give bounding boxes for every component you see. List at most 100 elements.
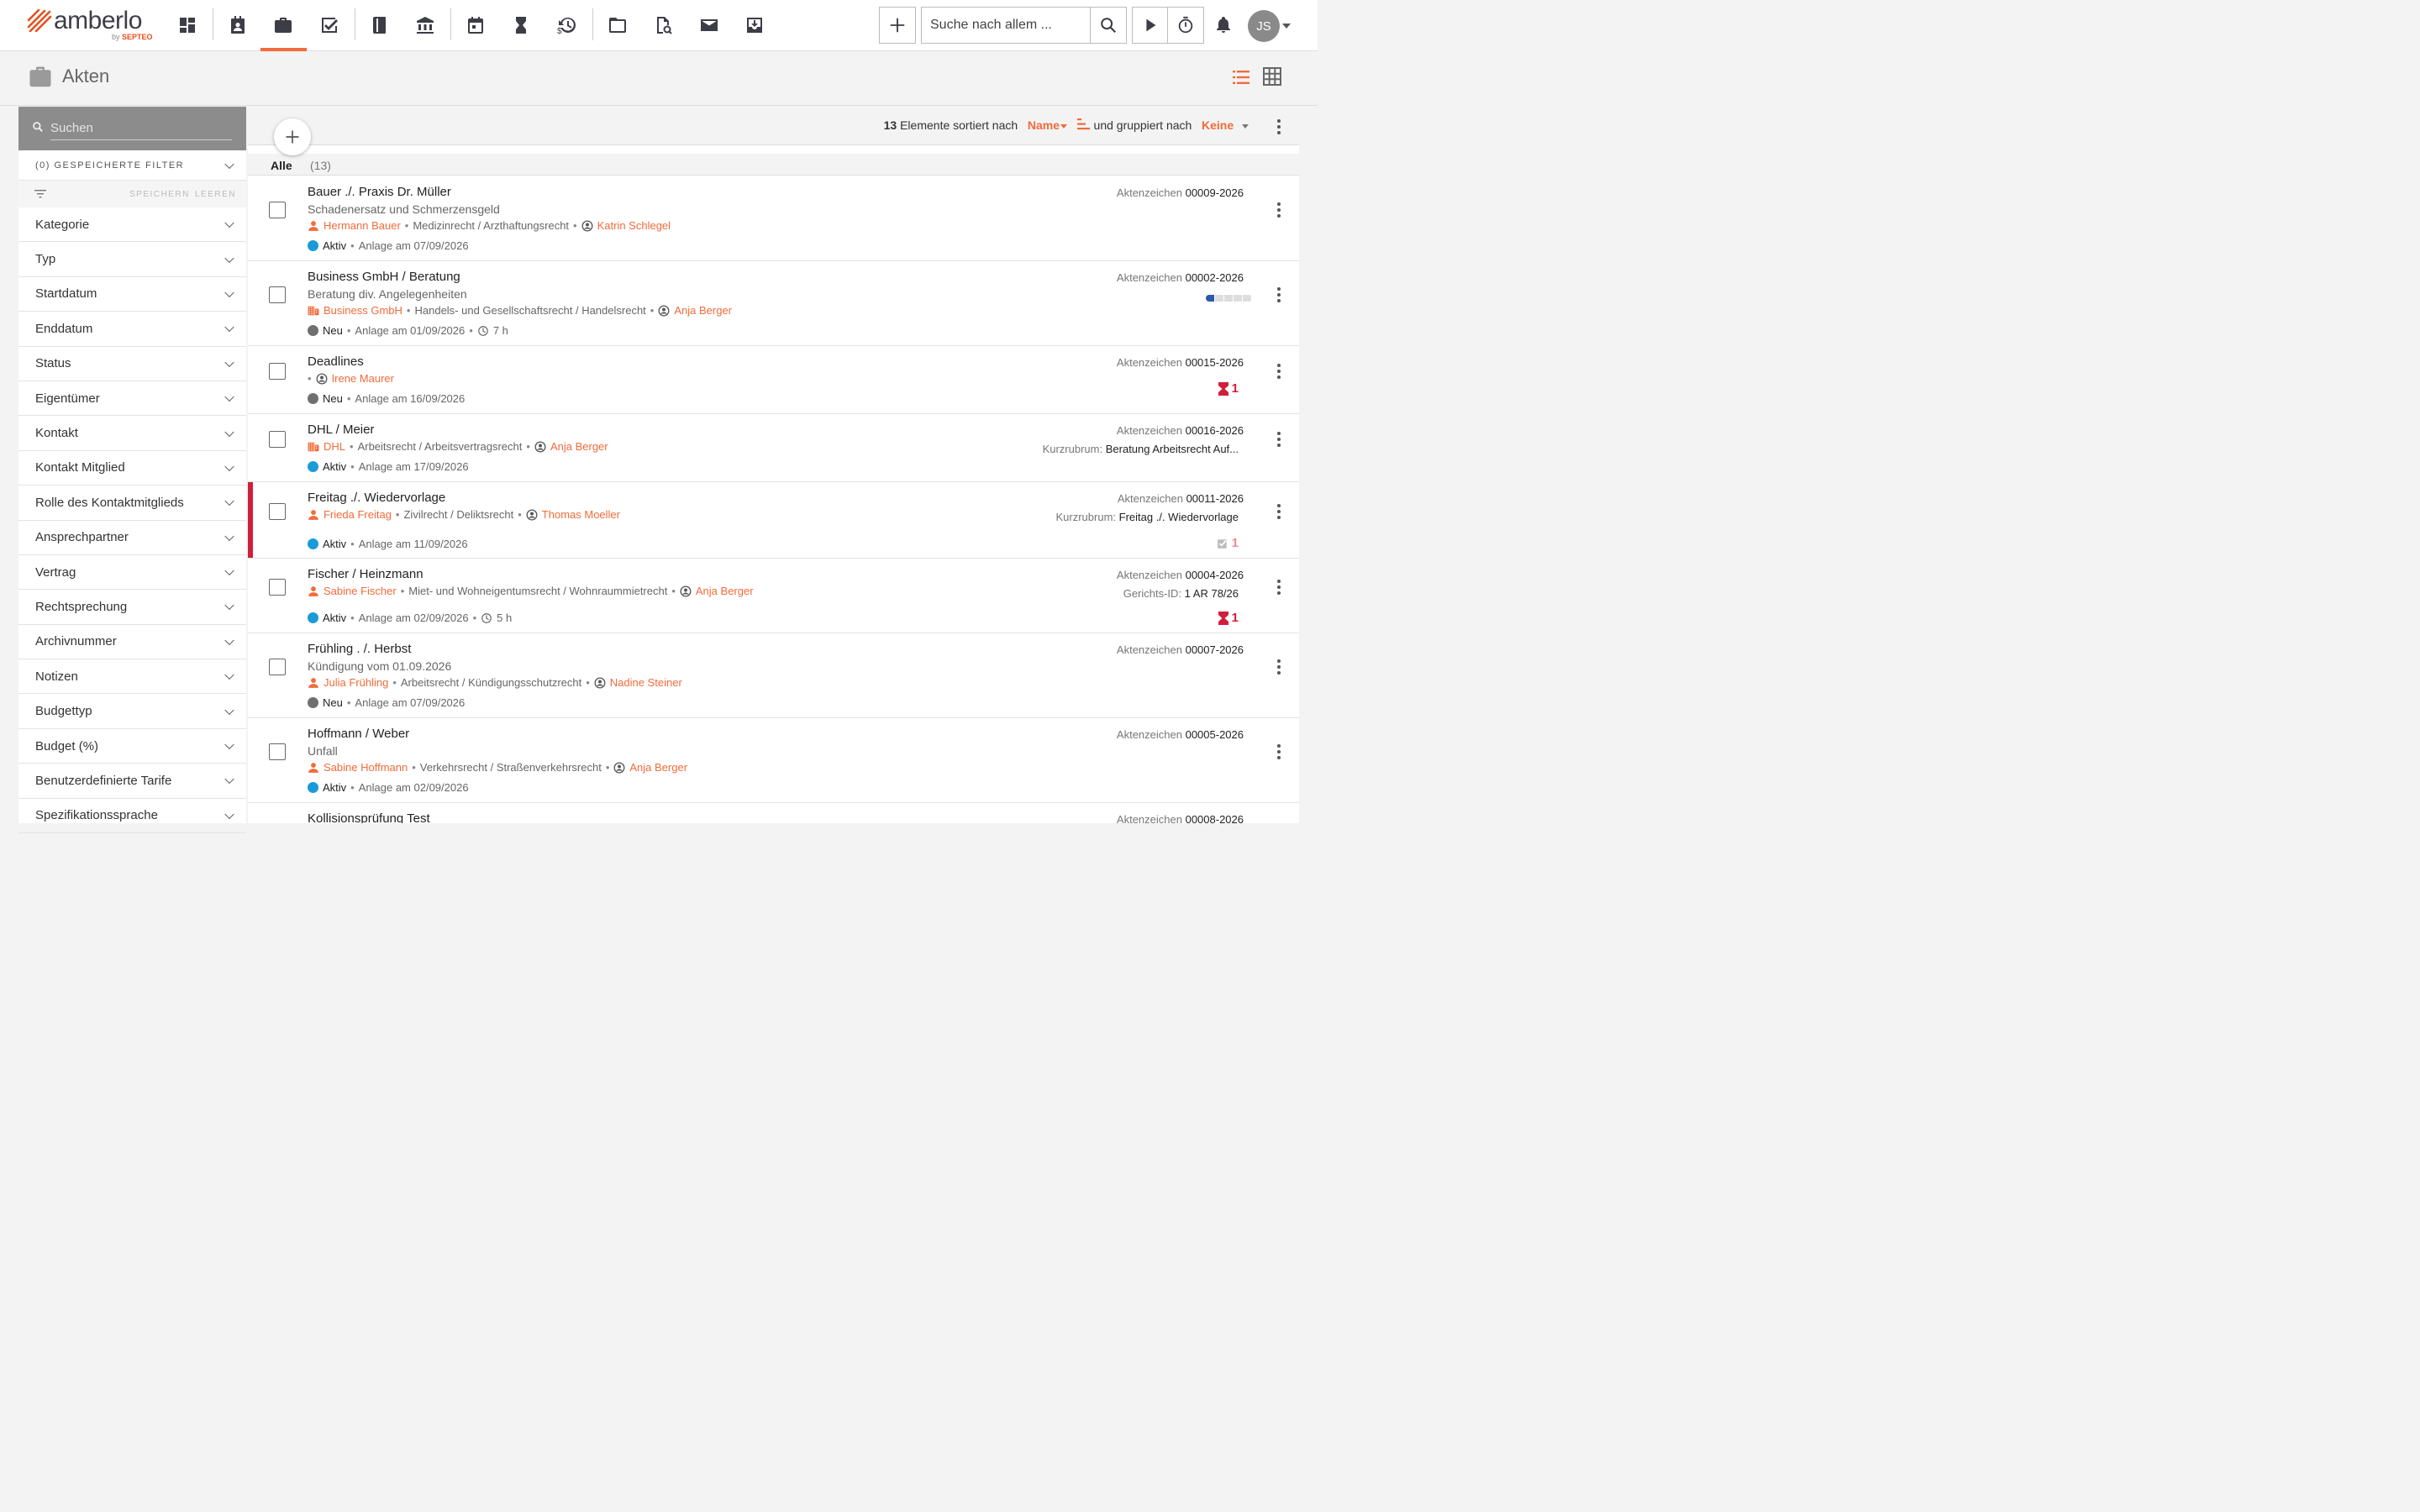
amberlo-logo[interactable]: amberlo by SEPTEO (27, 7, 170, 44)
matter-row[interactable]: Fischer / Heinzmann Sabine Fischer • Miet- … (248, 559, 1299, 633)
filter-item[interactable]: Status (18, 347, 246, 381)
row-options-menu[interactable] (1277, 744, 1281, 759)
document-search-icon[interactable] (650, 10, 676, 40)
matter-title[interactable]: Bauer ./. Praxis Dr. Müller (308, 185, 451, 199)
caret-down-icon[interactable] (1242, 123, 1249, 129)
stopwatch-button[interactable] (1167, 7, 1204, 44)
filter-item[interactable]: Archivnummer (18, 625, 246, 660)
add-button[interactable] (879, 7, 916, 44)
filter-item[interactable]: Budgettyp (18, 694, 246, 729)
contact-link[interactable]: Sabine Fischer (324, 585, 397, 597)
saved-filters-dropdown[interactable]: (0) GESPEICHERTE FILTER (18, 150, 246, 181)
filter-item[interactable]: Spezifikationssprache (18, 799, 246, 834)
hourglass-icon[interactable] (508, 10, 534, 40)
sort-field-dropdown[interactable]: Name (1028, 118, 1067, 132)
filter-item[interactable]: Typ (18, 242, 246, 277)
dashboard-icon[interactable] (174, 10, 201, 40)
tasks-badge[interactable]: 1 (1217, 536, 1239, 550)
contact-link[interactable]: Sabine Hoffmann (324, 761, 408, 774)
deadlines-badge[interactable]: 1 (1218, 611, 1239, 625)
filter-item[interactable]: Enddatum (18, 312, 246, 347)
row-options-menu[interactable] (1277, 659, 1281, 675)
matter-row[interactable]: Hoffmann / Weber Unfall Sabine Hoffmann • Ve… (248, 718, 1299, 803)
row-checkbox[interactable] (269, 503, 286, 520)
filter-search-field[interactable] (18, 107, 246, 150)
filter-item[interactable]: Rolle des Kontaktmitglieds (18, 486, 246, 521)
save-filter-button[interactable]: SPEICHERN (129, 190, 190, 199)
matter-title[interactable]: Kollisionsprüfung Test (308, 811, 430, 823)
row-checkbox[interactable] (269, 431, 286, 448)
matter-row[interactable]: Kollisionsprüfung Test Aktenzeichen 00008… (248, 803, 1299, 823)
global-search-field[interactable] (921, 7, 1091, 44)
owner-link[interactable]: Anja Berger (696, 585, 754, 597)
filter-item[interactable]: Budget (%) (18, 729, 246, 764)
matter-title[interactable]: Business GmbH / Beratung (308, 270, 460, 284)
clear-filter-button[interactable]: LEEREN (195, 190, 236, 199)
matter-row[interactable]: DHL / Meier DHL • Arbeitsrecht / Arbeitsver… (248, 414, 1299, 482)
owner-link[interactable]: Anja Berger (674, 304, 732, 317)
row-checkbox[interactable] (269, 363, 286, 380)
row-checkbox[interactable] (269, 659, 286, 675)
search-button[interactable] (1090, 7, 1127, 44)
calendar-icon[interactable] (462, 10, 489, 40)
matter-row[interactable]: Frühling . /. Herbst Kündigung vom 01.09.… (248, 633, 1299, 718)
filter-item[interactable]: Kontakt Mitglied (18, 451, 246, 486)
row-options-menu[interactable] (1277, 287, 1281, 302)
book-icon[interactable] (366, 10, 393, 40)
contact-link[interactable]: Business GmbH (324, 304, 402, 317)
group-field-dropdown[interactable]: Keine (1202, 118, 1234, 132)
tasks-icon[interactable] (316, 10, 343, 40)
filter-item[interactable]: Kontakt (18, 416, 246, 451)
add-matter-button[interactable] (274, 118, 311, 155)
owner-link[interactable]: Nadine Steiner (610, 676, 682, 689)
owner-link[interactable]: Anja Berger (629, 761, 687, 774)
bell-icon[interactable] (1210, 10, 1237, 40)
matter-title[interactable]: Deadlines (308, 354, 364, 369)
contact-link[interactable]: Frieda Freitag (324, 508, 392, 521)
row-checkbox[interactable] (269, 286, 286, 303)
matter-title[interactable]: Frühling . /. Herbst (308, 642, 411, 656)
matter-row[interactable]: Business GmbH / Beratung Beratung div. An… (248, 261, 1299, 346)
row-options-menu[interactable] (1277, 432, 1281, 447)
user-menu-caret-icon[interactable] (1282, 24, 1291, 29)
user-avatar[interactable]: JS (1248, 10, 1280, 42)
list-view-icon[interactable] (1231, 67, 1251, 87)
bank-icon[interactable] (412, 10, 439, 40)
matter-row[interactable]: Deadlines • Irene Maurer Neu • Anlage am 16/0… (248, 346, 1299, 414)
matter-row[interactable]: Freitag ./. Wiedervorlage Frieda Freitag •… (248, 482, 1299, 559)
list-options-menu[interactable] (1277, 119, 1281, 134)
filter-item[interactable]: Benutzerdefinierte Tarife (18, 764, 246, 799)
filter-item[interactable]: Eigentümer (18, 381, 246, 417)
deadlines-badge[interactable]: 1 (1218, 381, 1239, 396)
billing-history-icon[interactable]: $ (554, 10, 581, 40)
timer-play-button[interactable] (1132, 7, 1168, 44)
global-search-input[interactable] (922, 8, 1081, 43)
matter-title[interactable]: Freitag ./. Wiedervorlage (308, 491, 445, 505)
owner-link[interactable]: Katrin Schlegel (597, 219, 671, 232)
matter-title[interactable]: Hoffmann / Weber (308, 727, 409, 741)
filter-item[interactable]: Kategorie (18, 207, 246, 243)
contact-link[interactable]: DHL (324, 440, 345, 453)
tab-all[interactable]: Alle (271, 159, 292, 172)
row-checkbox[interactable] (269, 579, 286, 596)
owner-link[interactable]: Irene Maurer (332, 372, 394, 385)
row-options-menu[interactable] (1277, 504, 1281, 519)
owner-link[interactable]: Thomas Moeller (542, 508, 620, 521)
row-checkbox[interactable] (269, 202, 286, 218)
matter-row[interactable]: Bauer ./. Praxis Dr. Müller Schadenersatz… (248, 176, 1299, 261)
sort-direction-icon[interactable] (1076, 118, 1091, 130)
matter-title[interactable]: Fischer / Heinzmann (308, 567, 424, 581)
grid-view-icon[interactable] (1262, 66, 1282, 87)
filter-item[interactable]: Notizen (18, 659, 246, 695)
mail-icon[interactable] (696, 10, 723, 40)
matter-title[interactable]: DHL / Meier (308, 423, 374, 437)
inbox-download-icon[interactable] (741, 10, 768, 40)
filter-item[interactable]: Rechtsprechung (18, 590, 246, 625)
owner-link[interactable]: Anja Berger (550, 440, 608, 453)
filter-item[interactable]: Ansprechpartner (18, 521, 246, 555)
contacts-icon[interactable] (224, 10, 251, 40)
contact-link[interactable]: Julia Frühling (324, 676, 388, 689)
filter-item[interactable]: Startdatum (18, 277, 246, 312)
row-options-menu[interactable] (1277, 202, 1281, 218)
filter-item[interactable]: Vertrag (18, 555, 246, 591)
